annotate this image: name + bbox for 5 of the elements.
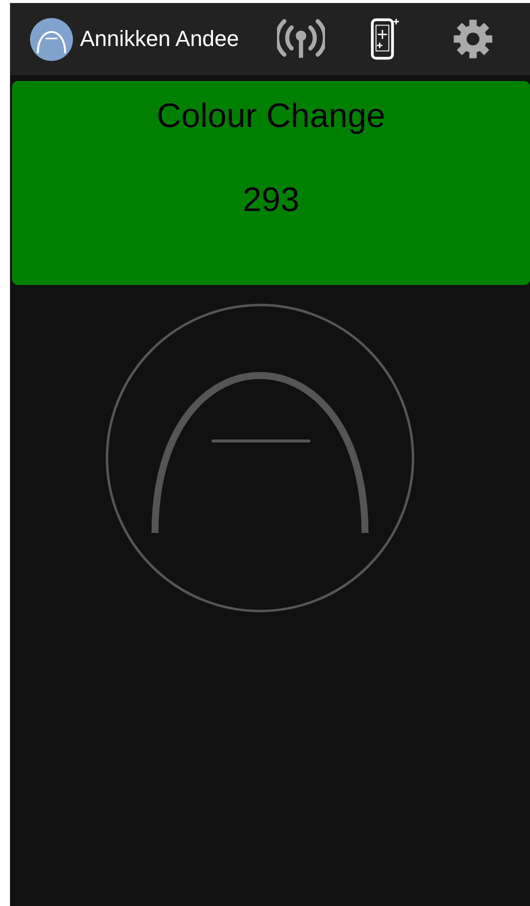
panel-title: Colour Change: [156, 97, 386, 136]
panel-value: 293: [242, 181, 300, 220]
user-name: Annikken Andee: [80, 26, 240, 52]
antenna-icon[interactable]: [277, 17, 326, 61]
logo-icon: [29, 16, 74, 62]
